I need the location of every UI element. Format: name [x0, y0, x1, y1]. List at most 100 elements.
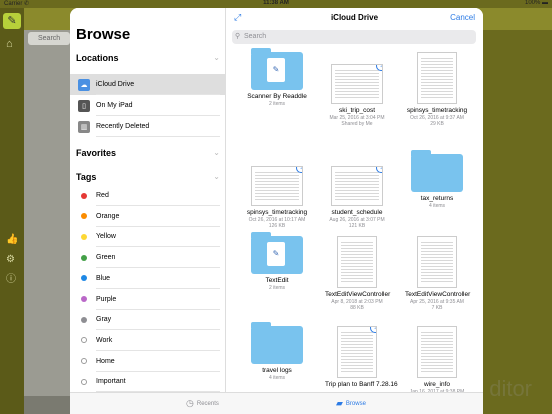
status-bar: Carrier ✆ 11:38 AM 100% ▬ — [0, 0, 552, 8]
background-sidebar — [0, 8, 24, 414]
document-browser-modal: Browse Locations ⌄ ☁ iCloud Drive ▯ On My i… — [70, 8, 483, 414]
search-placeholder: Search — [244, 33, 267, 40]
file-item[interactable]: ↓ Trip plan to Banff 7.28.16 — [325, 326, 398, 389]
folder-icon: ✎ — [251, 48, 303, 90]
tag-item-home[interactable]: Home — [70, 351, 226, 372]
file-item[interactable]: TextEditViewController Apr 8, 2018 at 2:0… — [325, 236, 391, 311]
file-item[interactable]: ✎ Scanner By Readdle 2 items — [245, 48, 309, 107]
sidebar-item-label: iCloud Drive — [96, 81, 135, 88]
document-thumbnail-icon — [417, 52, 457, 104]
background-icons: 👍 ⚙ ⓘ — [6, 230, 18, 290]
tag-label: Gray — [96, 316, 112, 324]
document-preview — [421, 330, 453, 374]
file-item[interactable]: ✎ TextEdit 2 items — [245, 232, 309, 291]
tag-item-orange[interactable]: Orange — [70, 206, 226, 227]
file-meta: Aug 26, 2016 at 3:07 PM 121 KB — [329, 217, 385, 229]
document-thumbnail-icon: ↓ — [331, 166, 383, 206]
sidebar-item-icloud-drive[interactable]: ☁ iCloud Drive — [70, 74, 226, 95]
page-title: iCloud Drive — [330, 13, 379, 22]
favorites-header[interactable]: Favorites ⌄ — [76, 148, 222, 158]
thumbs-up-icon: 👍 — [6, 234, 19, 245]
file-name: TextEditViewController — [325, 291, 391, 298]
tag-item-work[interactable]: Work — [70, 330, 226, 351]
tag-item-blue[interactable]: Blue — [70, 268, 226, 289]
tag-color-dot-icon — [81, 275, 87, 282]
file-name: TextEdit — [265, 277, 289, 284]
background-search: Search — [28, 32, 70, 45]
tag-item-important[interactable]: Important — [70, 371, 226, 393]
background-editor-text: ditor — [489, 376, 532, 401]
tag-label: Red — [96, 192, 109, 199]
file-item[interactable]: travel logs 4 items — [245, 322, 309, 381]
app-badge-icon: ✎ — [267, 58, 285, 82]
tag-item-purple[interactable]: Purple — [70, 289, 226, 310]
sidebar-title: Browse — [76, 26, 131, 43]
file-name: spinsys_timetracking — [246, 209, 308, 216]
sidebar-item-on-my-ipad[interactable]: ▯ On My iPad — [70, 95, 226, 116]
document-preview — [421, 56, 453, 100]
file-item[interactable]: ↓ ski_trip_cost Mar 25, 2016 at 3:04 PM Sh… — [325, 52, 389, 127]
tag-item-gray[interactable]: Gray — [70, 309, 226, 331]
tag-color-dot-icon — [81, 378, 87, 385]
cloud-download-icon[interactable]: ↓ — [370, 327, 376, 333]
tag-color-dot-icon — [81, 337, 87, 344]
tab-recents-label: Recents — [196, 400, 219, 407]
locations-header-label: Locations — [76, 53, 119, 63]
tag-color-dot-icon — [81, 358, 87, 365]
tab-recents[interactable]: ◷ Recents — [186, 398, 219, 409]
folder-icon: ✎ — [251, 232, 303, 274]
cloud-download-icon[interactable]: ↓ — [376, 167, 382, 173]
file-name: spinsys_timetracking — [406, 107, 468, 114]
tags-header-label: Tags — [76, 172, 97, 182]
tag-color-dot-icon — [81, 316, 87, 323]
file-meta: 4 items — [428, 203, 446, 209]
file-name: tax_returns — [420, 195, 454, 202]
tag-item-red[interactable]: Red — [70, 185, 226, 206]
ipad-icon: ▯ — [78, 99, 90, 112]
tag-label: Purple — [96, 295, 117, 303]
document-thumbnail-icon — [417, 236, 457, 288]
cancel-button[interactable]: Cancel — [450, 13, 475, 22]
gear-icon: ⚙ — [6, 254, 15, 265]
file-browser: ⤢ iCloud Drive Cancel ⚲ Search ✎ Scanner … — [226, 8, 483, 395]
document-preview — [421, 240, 453, 284]
file-item[interactable]: tax_returns 4 items — [405, 150, 469, 209]
tag-label: Orange — [96, 212, 120, 220]
locations-header[interactable]: Locations ⌄ — [76, 53, 222, 63]
document-preview — [341, 240, 373, 284]
home-icon: ⌂ — [6, 38, 13, 50]
tags-header[interactable]: Tags ⌄ — [76, 172, 222, 182]
tag-item-green[interactable]: Green — [70, 247, 226, 269]
file-meta: Apr 25, 2016 at 9:35 AM 7 KB — [410, 299, 464, 311]
file-name: wire_info — [423, 381, 450, 388]
tag-label: Work — [96, 336, 113, 344]
divider — [96, 136, 220, 137]
folder-icon — [411, 150, 463, 192]
tag-color-dot-icon — [81, 213, 87, 220]
file-item[interactable]: ↓ spinsys_timetracking Oct 26, 2016 at 10:… — [245, 154, 309, 229]
file-item[interactable]: wire_infoJan 16, 2017 at 9:38 PM — [405, 326, 469, 395]
file-meta: Oct 26, 2016 at 9:37 AM 29 KB — [410, 115, 464, 127]
document-preview — [341, 330, 373, 374]
cloud-download-icon[interactable]: ↓ — [376, 65, 382, 71]
file-meta: Oct 26, 2016 at 10:17 AM 126 KB — [248, 217, 306, 229]
file-item[interactable]: ↓ student_schedule Aug 26, 2016 at 3:07 PM… — [325, 154, 389, 229]
tab-browse-label: Browse — [345, 400, 366, 407]
folder-icon — [251, 322, 303, 364]
file-item[interactable]: spinsys_timetracking Oct 26, 2016 at 9:37… — [405, 52, 469, 127]
cloud-download-icon[interactable]: ↓ — [296, 167, 302, 173]
chevron-down-icon: ⌄ — [213, 53, 220, 62]
clock: 11:38 AM — [263, 0, 289, 6]
tag-item-yellow[interactable]: Yellow — [70, 226, 226, 248]
document-preview — [335, 170, 379, 202]
file-item[interactable]: TextEditViewController Apr 25, 2016 at 9:… — [405, 236, 470, 311]
tab-browse[interactable]: ▰ Browse — [336, 398, 366, 409]
file-meta: Mar 25, 2016 at 3:04 PM Shared by Me — [329, 115, 385, 127]
sidebar-item-recently-deleted[interactable]: ▥ Recently Deleted — [70, 116, 226, 137]
background-list — [24, 30, 70, 414]
tag-color-dot-icon — [81, 192, 87, 199]
chevron-down-icon: ⌄ — [213, 148, 220, 157]
folder-icon: ▰ — [336, 398, 343, 408]
sidebar-item-label: On My iPad — [96, 102, 133, 109]
search-input[interactable]: ⚲ Search — [232, 30, 476, 44]
